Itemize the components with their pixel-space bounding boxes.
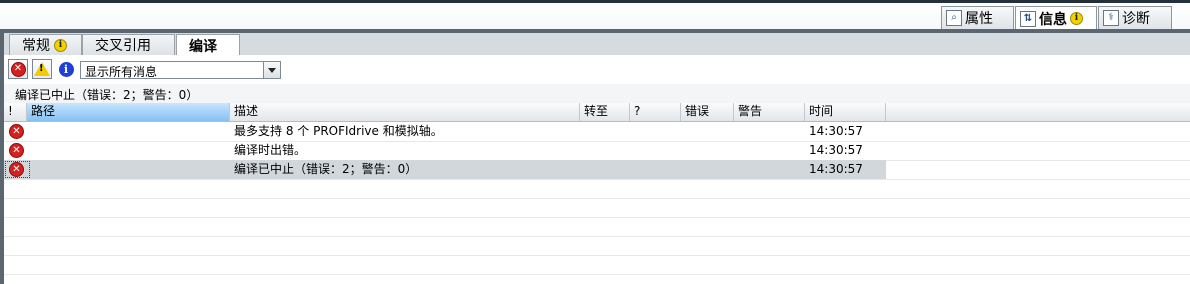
error-icon: ✕	[9, 162, 24, 177]
row-goto[interactable]	[584, 141, 630, 160]
row-help[interactable]	[634, 141, 681, 160]
error-icon: ✕	[10, 61, 26, 77]
row-path	[31, 122, 230, 141]
error-icon: ✕	[9, 124, 24, 139]
row-divider	[4, 255, 1190, 256]
column-errors[interactable]: 错误	[681, 103, 734, 121]
column-goto[interactable]: 转至	[580, 103, 630, 121]
error-icon: ✕	[9, 143, 24, 158]
tab-general-label: 常规	[22, 38, 50, 54]
tab-cross-references[interactable]: 交叉引用	[82, 34, 175, 55]
tab-cross-references-label: 交叉引用	[95, 38, 151, 54]
column-path[interactable]: 路径	[27, 103, 230, 121]
row-divider	[4, 236, 1190, 237]
message-filter-select[interactable]: 显示所有消息	[80, 61, 281, 79]
row-goto[interactable]	[584, 122, 630, 141]
tab-properties-label: 属性	[965, 11, 993, 27]
filter-warnings-button[interactable]: !	[32, 59, 52, 79]
row-path	[31, 141, 230, 160]
row-description: 编译时出错。	[234, 143, 307, 157]
info-badge-icon: i	[1070, 12, 1083, 25]
filter-errors-button[interactable]: ✕	[8, 59, 28, 79]
row-help[interactable]	[634, 160, 681, 179]
tab-diagnostics[interactable]: ⚕ 诊断	[1098, 6, 1172, 29]
row-help[interactable]	[634, 122, 681, 141]
tab-info-label: 信息	[1039, 11, 1067, 28]
tab-compile[interactable]: 编译	[176, 34, 240, 56]
column-help[interactable]: ?	[630, 103, 681, 121]
row-errors	[685, 122, 734, 141]
row-time: 14:30:57	[809, 143, 863, 157]
row-errors	[685, 160, 734, 179]
row-divider	[4, 179, 1190, 180]
properties-icon: ⌕	[946, 10, 962, 26]
row-description: 编译已中止（错误：2；警告：0）	[234, 162, 418, 176]
message-table: ! 路径 描述 转至 ? 错误 警告 时间 ✕ 最多支持 8 个 PROFIdr…	[4, 103, 1190, 284]
table-row[interactable]: ✕ 最多支持 8 个 PROFIdrive 和模拟轴。 14:30:57	[4, 122, 886, 141]
info-flow-icon: ⇅	[1020, 10, 1036, 27]
table-row-selected[interactable]: ✕ 编译已中止（错误：2；警告：0） 14:30:57	[4, 160, 886, 179]
column-time[interactable]: 时间	[805, 103, 886, 121]
column-severity[interactable]: !	[4, 103, 27, 121]
row-warnings	[738, 160, 805, 179]
row-divider	[4, 274, 1190, 275]
tab-info[interactable]: ⇅ 信息 i	[1015, 6, 1097, 30]
row-time: 14:30:57	[809, 124, 863, 138]
compile-status-text: 编译已中止（错误：2；警告：0）	[15, 88, 199, 102]
diagnostics-icon: ⚕	[1103, 10, 1119, 26]
row-warnings	[738, 122, 805, 141]
row-goto[interactable]	[584, 160, 630, 179]
tab-properties[interactable]: ⌕ 属性	[941, 6, 1014, 29]
tab-general[interactable]: 常规 i	[9, 34, 82, 55]
tab-diagnostics-label: 诊断	[1122, 11, 1150, 27]
compile-status: 编译已中止（错误：2；警告：0）	[4, 84, 1190, 103]
filter-info-button[interactable]: i	[56, 59, 76, 79]
table-header: ! 路径 描述 转至 ? 错误 警告 时间	[4, 103, 1190, 122]
row-description: 最多支持 8 个 PROFIdrive 和模拟轴。	[234, 124, 443, 138]
info-badge-icon: i	[54, 38, 67, 52]
column-warnings[interactable]: 警告	[734, 103, 805, 121]
row-time: 14:30:57	[809, 162, 863, 176]
chevron-down-icon[interactable]	[263, 62, 280, 78]
table-row[interactable]: ✕ 编译时出错。 14:30:57	[4, 141, 886, 160]
column-description[interactable]: 描述	[230, 103, 580, 121]
row-divider	[4, 198, 1190, 199]
warning-icon: !	[34, 62, 50, 76]
row-warnings	[738, 141, 805, 160]
tab-compile-label: 编译	[189, 38, 217, 55]
row-path	[31, 160, 230, 179]
row-errors	[685, 141, 734, 160]
row-divider	[4, 217, 1190, 218]
info-icon: i	[58, 61, 74, 77]
message-filter-value: 显示所有消息	[85, 65, 158, 79]
